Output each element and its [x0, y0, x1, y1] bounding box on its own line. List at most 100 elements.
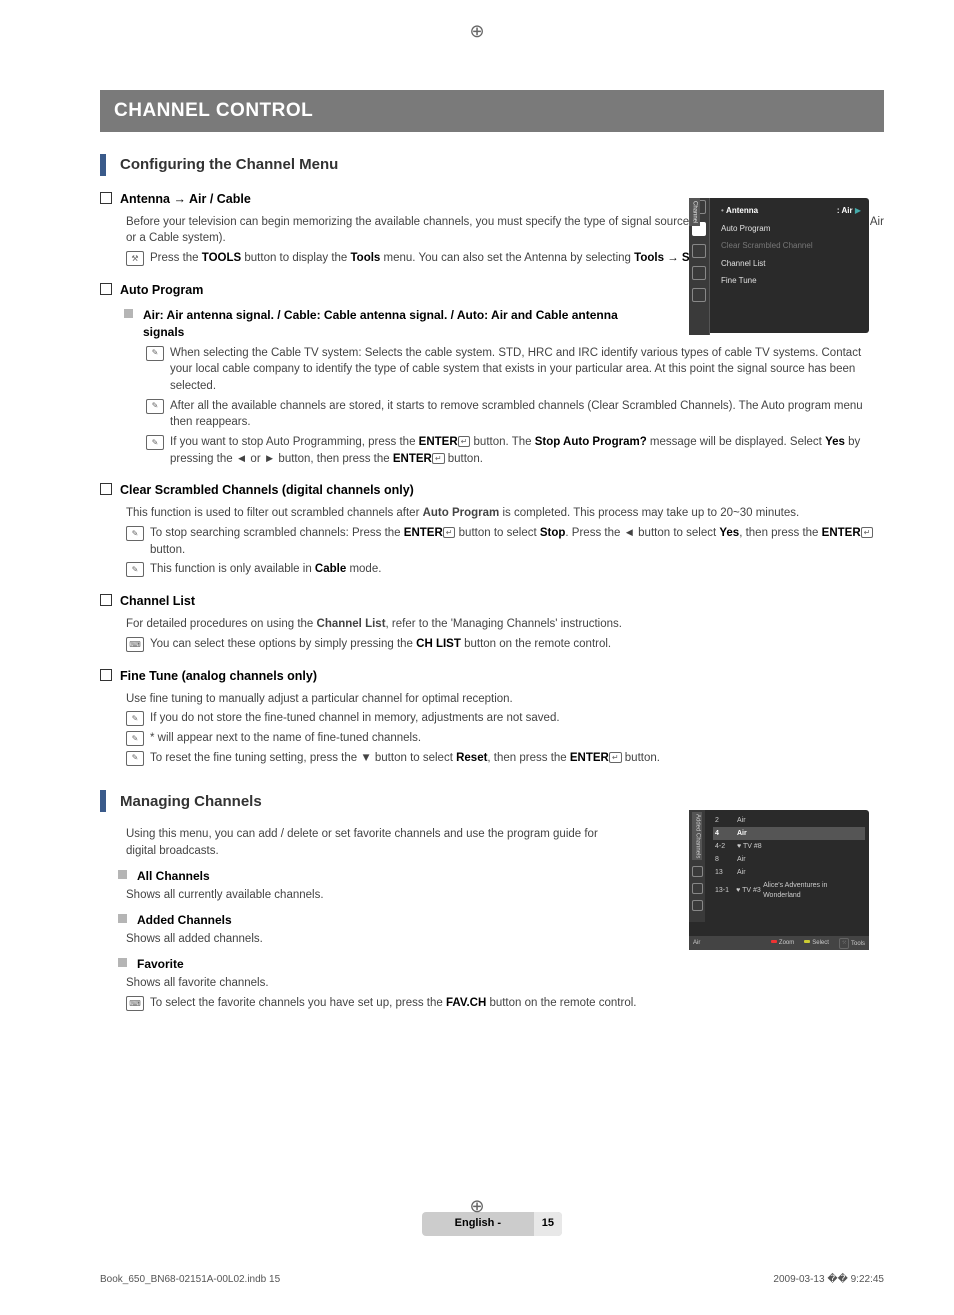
registration-mark-icon: ⊕: [469, 1193, 484, 1219]
note-row: ✎ If you want to stop Auto Programming, …: [146, 434, 884, 467]
note-row: ✎ To reset the fine tuning setting, pres…: [126, 750, 884, 767]
topic-body: Use fine tuning to manually adjust a par…: [126, 691, 884, 708]
note-icon: ✎: [126, 562, 144, 577]
osd-row: Fine Tune: [719, 272, 863, 290]
note-text: * will appear next to the name of fine-t…: [150, 730, 421, 747]
print-metadata: Book_650_BN68-02151A-00L02.indb 15 2009-…: [100, 1273, 884, 1288]
topic-bullet-icon: [100, 669, 112, 681]
topic-title: Fine Tune (analog channels only): [120, 667, 317, 685]
osd-list-row: 13Air: [713, 867, 865, 880]
osd-nav-icon: [692, 288, 706, 302]
note-icon: ✎: [146, 435, 164, 450]
gray-square-icon: [118, 958, 127, 967]
note-row: ⌨ To select the favorite channels you ha…: [126, 995, 884, 1012]
osd-tab-label: Added Channels: [692, 812, 703, 860]
enter-icon: ↵: [432, 453, 445, 464]
osd-screenshot-channel-menu: Channel • Antenna : Air ▶ Auto Program C…: [689, 198, 869, 333]
osd-nav-icon: [692, 900, 703, 911]
topic-body: This function is used to filter out scra…: [126, 505, 884, 522]
note-text: This function is only available in Cable…: [150, 561, 381, 578]
topic-body: For detailed procedures on using the Cha…: [126, 616, 884, 633]
note-icon: ✎: [146, 346, 164, 361]
osd-nav-icon: [692, 244, 706, 258]
sublist-text: Shows all favorite channels.: [126, 975, 884, 992]
osd-list-row: 2Air: [713, 814, 865, 827]
sublist-title: Added Channels: [137, 912, 232, 929]
topic-bullet-icon: [100, 192, 112, 204]
osd-list: 2Air 4Air 4-2♥ TV #8 8Air 13Air 13-1♥ TV…: [709, 810, 869, 907]
osd-row-disabled: Clear Scrambled Channel: [719, 237, 863, 255]
note-row: ✎ When selecting the Cable TV system: Se…: [146, 345, 884, 395]
osd-footer-air: Air: [693, 939, 700, 948]
note-icon: ✎: [126, 731, 144, 746]
sublist-title: All Channels: [137, 868, 210, 885]
topic-clear: Clear Scrambled Channels (digital channe…: [100, 481, 884, 499]
topic-fine-tune: Fine Tune (analog channels only): [100, 667, 884, 685]
tools-icon: ⚒: [839, 938, 849, 949]
note-text: You can select these options by simply p…: [150, 636, 611, 653]
subsection-header: Configuring the Channel Menu: [100, 154, 884, 176]
print-timestamp: 2009-03-13 �� 9:22:45: [773, 1273, 884, 1288]
page-title: CHANNEL CONTROL: [100, 90, 884, 132]
accent-bar-icon: [100, 790, 106, 812]
remote-icon: ⌨: [126, 996, 144, 1011]
topic-channel-list: Channel List: [100, 592, 884, 610]
osd-nav-icon: [692, 866, 703, 877]
tools-icon: ⚒: [126, 251, 144, 266]
note-row: ✎ * will appear next to the name of fine…: [126, 730, 884, 747]
note-icon: ✎: [146, 399, 164, 414]
osd-row-selected: • Antenna : Air ▶: [719, 202, 863, 220]
sublist-title: Favorite: [137, 956, 184, 973]
osd-row: Auto Program: [719, 220, 863, 238]
osd-screenshot-added-channels: Added Channels 2Air 4Air 4-2♥ TV #8 8Air…: [689, 810, 869, 950]
note-text: To stop searching scrambled channels: Pr…: [150, 525, 884, 558]
remote-icon: ⌨: [126, 637, 144, 652]
yellow-dot-icon: [804, 940, 810, 943]
note-row: ✎ This function is only available in Cab…: [126, 561, 884, 578]
osd-nav-icon: [692, 883, 703, 894]
note-text: If you want to stop Auto Programming, pr…: [170, 434, 884, 467]
accent-bar-icon: [100, 154, 106, 176]
gray-square-icon: [118, 870, 127, 879]
note-row: ✎ If you do not store the fine-tuned cha…: [126, 710, 884, 727]
note-text: After all the available channels are sto…: [170, 398, 884, 431]
osd-row: Channel List: [719, 255, 863, 273]
topic-title: Antenna → Air / Cable: [120, 190, 251, 208]
enter-icon: ↵: [443, 527, 456, 538]
topic-bullet-icon: [100, 283, 112, 295]
sublist-title: Air: Air antenna signal. / Cable: Cable …: [143, 307, 643, 342]
chevron-right-icon: ▶: [855, 206, 861, 215]
print-file: Book_650_BN68-02151A-00L02.indb 15: [100, 1273, 280, 1288]
osd-nav-icon: [692, 266, 706, 280]
osd-sidebar: Channel: [689, 198, 710, 335]
note-row: ⌨ You can select these options by simply…: [126, 636, 884, 653]
topic-bullet-icon: [100, 594, 112, 606]
osd-list-row: 13-1♥ TV #3Alice's Adventures in Wonderl…: [713, 880, 865, 903]
gray-square-icon: [124, 309, 133, 318]
page-number-badge: English - 15: [422, 1212, 562, 1236]
note-row: ✎ To stop searching scrambled channels: …: [126, 525, 884, 558]
topic-bullet-icon: [100, 483, 112, 495]
registration-mark-icon: ⊕: [469, 18, 484, 44]
osd-list-row: 8Air: [713, 853, 865, 866]
osd-list-row: 4-2♥ TV #8: [713, 840, 865, 853]
red-dot-icon: [771, 940, 777, 943]
note-text: To select the favorite channels you have…: [150, 995, 636, 1012]
osd-list-row-selected: 4Air: [713, 827, 865, 840]
subsection-title: Configuring the Channel Menu: [120, 154, 338, 176]
osd-tab-label: Channel: [689, 198, 700, 226]
sublist-row: Favorite: [118, 956, 884, 973]
enter-icon: ↵: [861, 527, 874, 538]
page-footer: English - 15: [100, 1212, 884, 1236]
note-text: If you do not store the fine-tuned chann…: [150, 710, 560, 727]
note-text: When selecting the Cable TV system: Sele…: [170, 345, 884, 395]
enter-icon: ↵: [458, 436, 471, 447]
osd-sidebar: Added Channels: [689, 810, 705, 922]
osd-footer: Air Zoom Select ⚒ Tools: [689, 936, 869, 950]
section-intro: Using this menu, you can add / delete or…: [126, 826, 626, 859]
note-row: ✎ After all the available channels are s…: [146, 398, 884, 431]
topic-title: Auto Program: [120, 281, 203, 299]
topic-title: Clear Scrambled Channels (digital channe…: [120, 481, 414, 499]
note-text: To reset the fine tuning setting, press …: [150, 750, 660, 767]
topic-title: Channel List: [120, 592, 195, 610]
